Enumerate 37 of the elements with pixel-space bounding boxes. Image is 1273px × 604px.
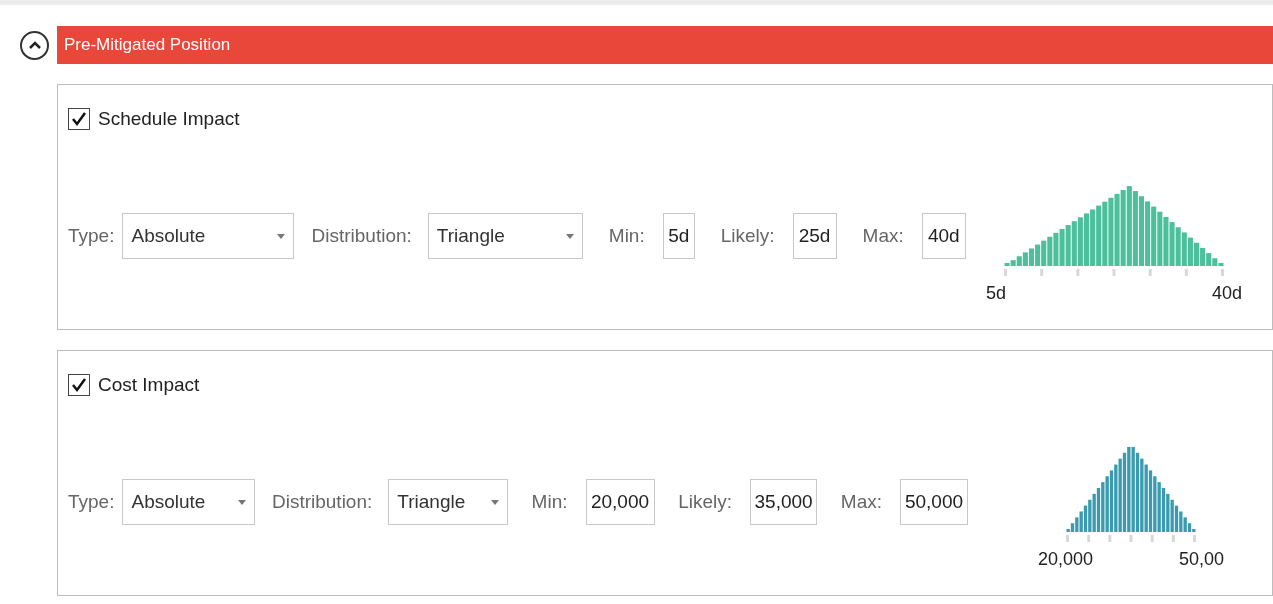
value-field[interactable]: 50,000 [900,479,968,525]
axis-label: 40d [1211,282,1242,305]
field-label: Type: [68,223,115,248]
axis-label: 5d [986,282,1007,305]
check-icon [71,111,87,128]
axis-label: 20,000 [1038,548,1094,571]
field-label: Distribution: [271,489,373,514]
field-label: Distribution: [311,223,412,248]
field-label: Max: [862,223,904,248]
checkbox-label: Cost Impact [98,373,200,397]
distribution-dropdown[interactable]: Triangle [388,479,508,525]
value-field[interactable]: 40d [921,213,966,259]
value-field[interactable]: 35,000 [750,479,818,525]
caret-icon [277,233,286,239]
caret-icon [565,233,574,239]
field-label: Min: [531,489,568,514]
caret-icon [490,499,499,505]
field-label: Max: [840,489,882,514]
type-dropdown[interactable]: Absolute [122,213,295,259]
field-label: Likely: [678,489,733,514]
field-label: Min: [608,223,645,248]
value-field[interactable]: 25d [792,213,837,259]
value-field[interactable]: 5d [662,213,695,259]
caret-icon [238,499,247,505]
type-dropdown[interactable]: Absolute [122,479,256,525]
checkbox[interactable] [68,374,90,397]
distribution-dropdown[interactable]: Triangle [427,213,583,259]
checkbox[interactable] [68,108,90,131]
collapse-button[interactable] [20,30,49,60]
field-label: Likely: [720,223,775,248]
axis-label: 50,00 [1178,548,1224,571]
check-icon [71,377,87,394]
section-title: Pre-Mitigated Position [64,34,231,57]
chevron-icon [28,41,41,49]
checkbox-label: Schedule Impact [98,107,240,131]
field-label: Type: [68,489,115,514]
value-field[interactable]: 20,000 [585,479,655,525]
